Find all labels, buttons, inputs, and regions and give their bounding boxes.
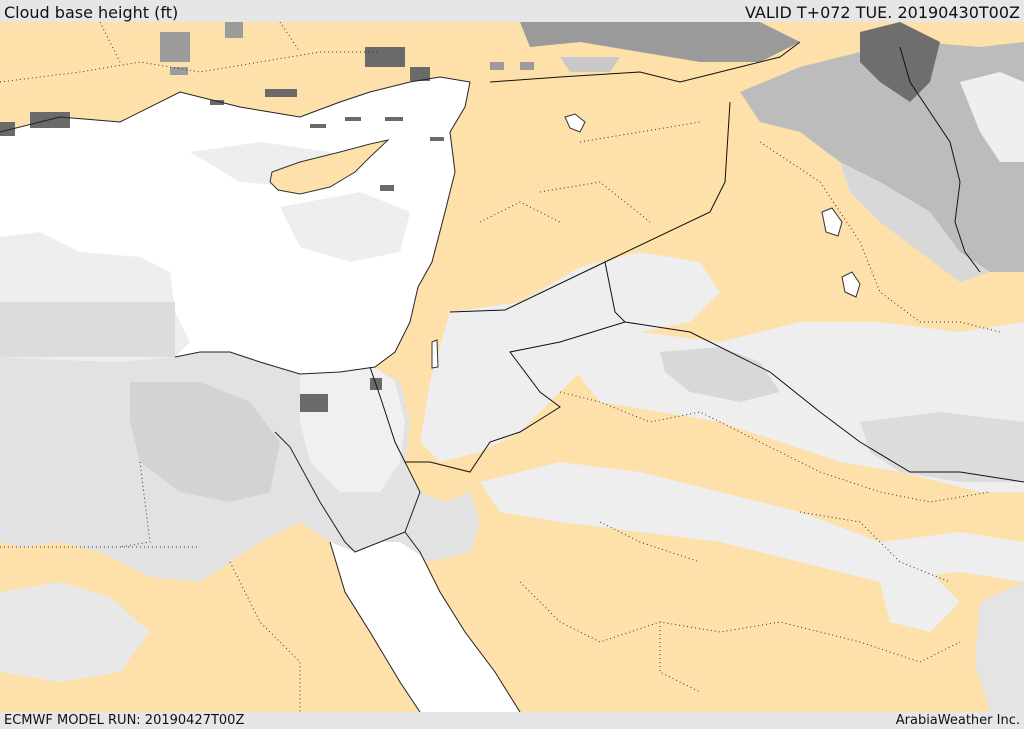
model-run: ECMWF MODEL RUN: 20190427T00Z: [4, 713, 245, 728]
map-canvas: [0, 22, 1024, 712]
cloud-patch-sea-sw: [0, 302, 175, 357]
weather-map: [0, 22, 1024, 712]
valid-time: VALID T+072 TUE. 20190430T00Z: [744, 3, 1020, 22]
cloud-area-north-center-light: [560, 57, 620, 72]
footer-bar: ECMWF MODEL RUN: 20190427T00Z ArabiaWeat…: [0, 712, 1024, 729]
map-title: Cloud base height (ft): [4, 3, 179, 22]
header-bar: Cloud base height (ft) VALID T+072 TUE. …: [0, 0, 1024, 22]
credit-text: ArabiaWeather Inc.: [895, 713, 1020, 728]
dead-sea: [431, 339, 439, 369]
